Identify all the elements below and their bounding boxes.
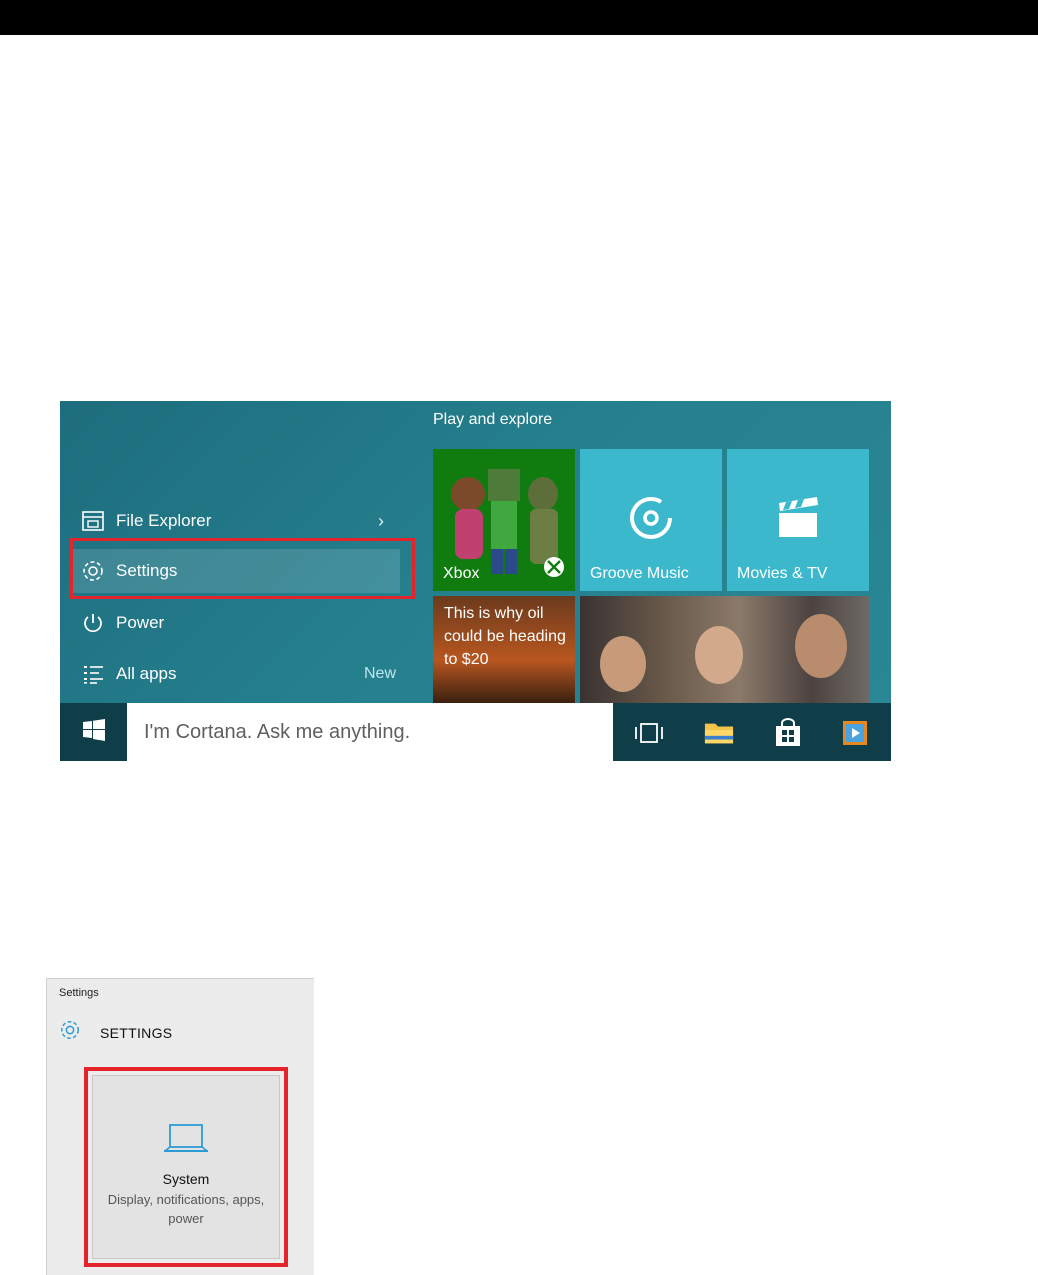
chevron-right-icon: › bbox=[378, 510, 384, 531]
section-title: Play and explore bbox=[433, 411, 553, 428]
page-title: SETTINGS bbox=[100, 1024, 173, 1041]
store-icon[interactable] bbox=[773, 718, 803, 748]
power-icon bbox=[80, 610, 106, 636]
taskbar: I'm Cortana. Ask me anything. bbox=[60, 703, 891, 761]
photo-person bbox=[600, 636, 646, 692]
settings-window: Settings SETTINGS System Display, notifi… bbox=[46, 978, 314, 1275]
start-menu: File Explorer › Settings Power All apps … bbox=[60, 401, 891, 761]
tile-photo[interactable] bbox=[580, 596, 869, 703]
xbox-icon bbox=[543, 556, 565, 583]
folder-icon[interactable] bbox=[704, 718, 734, 748]
tile-xbox[interactable]: Xbox bbox=[433, 449, 575, 591]
menu-item-label: File Explorer bbox=[116, 511, 212, 530]
window-title: Settings bbox=[59, 987, 99, 999]
settings-highlight-box bbox=[70, 538, 415, 599]
start-left-pane: File Explorer › Settings Power All apps … bbox=[60, 401, 415, 703]
settings-header: SETTINGS bbox=[59, 1019, 172, 1046]
tile-movies-tv[interactable]: Movies & TV bbox=[727, 449, 869, 591]
menu-item-label: Power bbox=[116, 613, 165, 632]
file-explorer-icon bbox=[80, 508, 106, 534]
gear-icon bbox=[59, 1019, 81, 1046]
groove-music-icon bbox=[628, 495, 674, 546]
menu-item-power[interactable]: Power bbox=[70, 600, 400, 646]
menu-item-label: All apps bbox=[116, 664, 177, 683]
tile-news[interactable]: This is why oil could be heading to $20 bbox=[433, 596, 575, 703]
search-placeholder: I'm Cortana. Ask me anything. bbox=[144, 720, 411, 743]
photo-person bbox=[795, 614, 847, 678]
cortana-search-input[interactable]: I'm Cortana. Ask me anything. bbox=[127, 703, 613, 761]
new-badge: New bbox=[363, 665, 396, 682]
system-highlight-box bbox=[84, 1067, 288, 1267]
top-black-bar bbox=[0, 0, 1038, 35]
photo-person bbox=[695, 626, 743, 684]
tile-label: Groove Music bbox=[590, 565, 689, 582]
clapperboard-icon bbox=[776, 495, 820, 544]
news-headline: This is why oil could be heading to $20 bbox=[444, 605, 566, 668]
tile-label: Movies & TV bbox=[737, 565, 828, 582]
media-player-icon[interactable] bbox=[840, 718, 870, 748]
task-view-icon[interactable] bbox=[634, 718, 664, 748]
list-icon bbox=[80, 661, 106, 687]
windows-logo-icon bbox=[82, 718, 105, 746]
tile-label: Xbox bbox=[443, 565, 480, 582]
tile-groove-music[interactable]: Groove Music bbox=[580, 449, 722, 591]
menu-item-all-apps[interactable]: All apps New bbox=[70, 651, 400, 697]
start-button[interactable] bbox=[60, 703, 127, 761]
